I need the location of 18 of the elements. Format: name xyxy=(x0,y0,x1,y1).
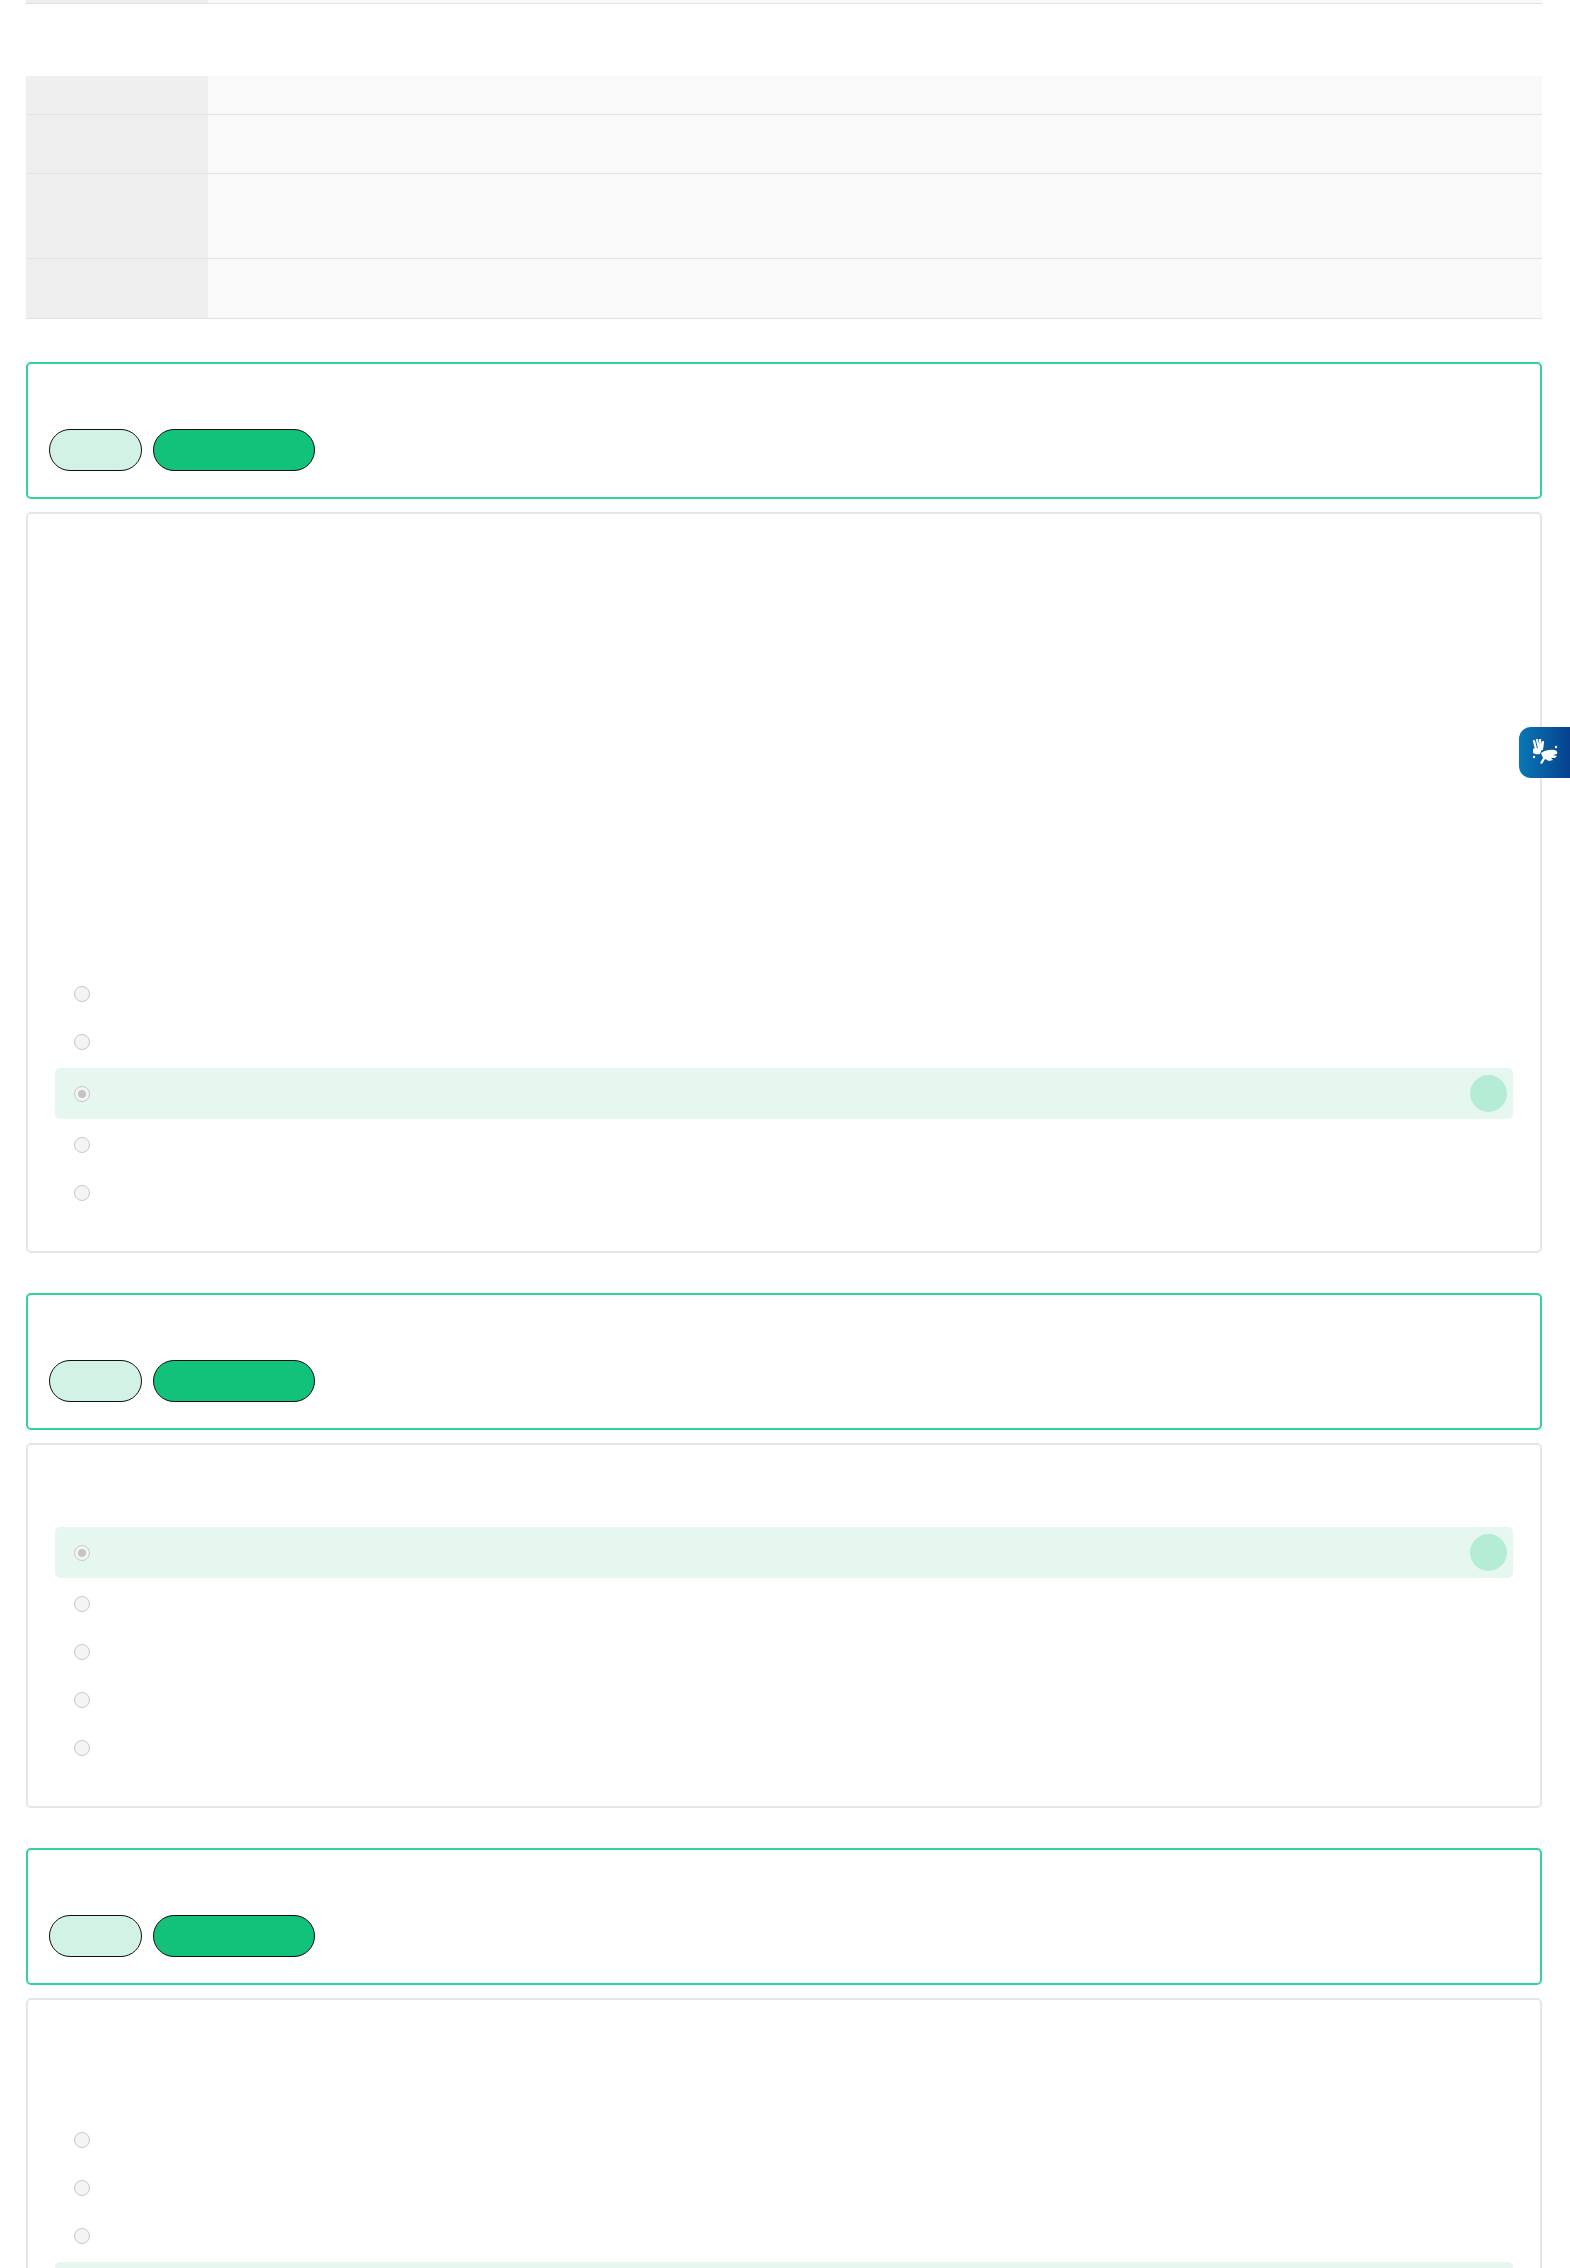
radio-button[interactable] xyxy=(74,1692,90,1708)
radio-button[interactable] xyxy=(74,1085,90,1102)
circle-icon xyxy=(1470,1534,1507,1571)
answer-option[interactable] xyxy=(55,1527,1513,1578)
radio-button[interactable] xyxy=(74,2132,90,2148)
radio-button[interactable] xyxy=(74,1740,90,1756)
answer-option[interactable] xyxy=(55,1068,1513,1119)
radio-button[interactable] xyxy=(74,1137,90,1153)
radio-button[interactable] xyxy=(74,1034,90,1050)
radio-button[interactable] xyxy=(74,986,90,1002)
radio-button[interactable] xyxy=(74,1185,90,1201)
accessibility-button[interactable] xyxy=(1519,727,1570,778)
circle-icon xyxy=(1470,1075,1507,1112)
radio-button[interactable] xyxy=(74,2228,90,2244)
radio-button[interactable] xyxy=(74,2180,90,2196)
radio-button[interactable] xyxy=(74,1544,90,1561)
radio-button[interactable] xyxy=(74,1596,90,1612)
radio-button[interactable] xyxy=(74,1644,90,1660)
